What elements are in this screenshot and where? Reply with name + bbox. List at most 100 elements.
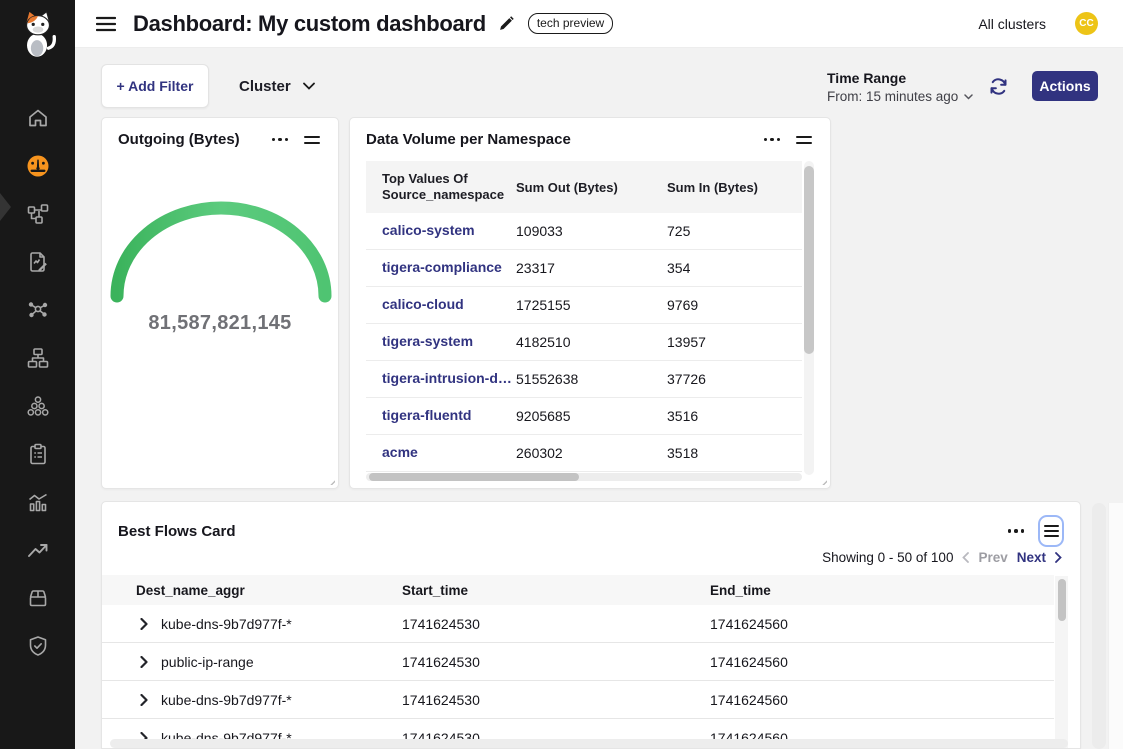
sidebar-item-dashboards[interactable]	[0, 142, 75, 190]
column-header-sum-in[interactable]: Sum In (Bytes)	[667, 180, 802, 195]
time-range-block: Time Range From: 15 minutes ago	[827, 70, 973, 104]
sidebar-item-home[interactable]	[0, 94, 75, 142]
sum-in-value: 37726	[667, 371, 802, 387]
sum-out-value: 260302	[516, 445, 667, 461]
horizontal-scrollbar[interactable]	[110, 739, 1068, 748]
edit-dashboard-icon[interactable]	[498, 15, 515, 32]
time-range-selector[interactable]: From: 15 minutes ago	[827, 89, 973, 104]
table-row[interactable]: tigera-compliance 23317 354	[366, 250, 802, 287]
expand-row-icon[interactable]	[140, 694, 148, 706]
sidebar-item-trends[interactable]	[0, 526, 75, 574]
expand-row-icon[interactable]	[140, 618, 148, 630]
card-title: Data Volume per Namespace	[366, 131, 760, 148]
table-row[interactable]: calico-cloud 1725155 9769	[366, 287, 802, 324]
all-clusters-selector[interactable]: All clusters	[978, 16, 1046, 32]
add-filter-button[interactable]: + Add Filter	[101, 64, 209, 108]
top-bar: Dashboard: My custom dashboard tech prev…	[75, 0, 1123, 48]
sidebar-item-topology[interactable]	[0, 190, 75, 238]
start-time-value: 1741624530	[402, 654, 710, 670]
card-menu-icon[interactable]	[1004, 525, 1029, 537]
pagination-status: Showing 0 - 50 of 100	[822, 550, 953, 565]
sidebar-item-policies[interactable]	[0, 334, 75, 382]
namespace-link[interactable]: tigera-fluentd	[366, 407, 516, 425]
next-page-button[interactable]: Next	[1017, 550, 1046, 565]
sum-in-value: 3518	[667, 445, 802, 461]
column-header-start[interactable]: Start_time	[402, 583, 710, 598]
namespace-link[interactable]: tigera-compliance	[366, 259, 516, 277]
column-header-sum-out[interactable]: Sum Out (Bytes)	[516, 180, 667, 195]
card-title: Outgoing (Bytes)	[118, 131, 268, 148]
network-topology-icon	[26, 202, 50, 226]
service-graph-icon	[26, 298, 50, 322]
statistics-icon	[26, 490, 50, 514]
table-row[interactable]: kube-dns-9b7d977f-* 1741624530 174162456…	[102, 681, 1054, 719]
sum-out-value: 51552638	[516, 371, 667, 387]
table-row[interactable]: tigera-intrusion-d… 51552638 37726	[366, 361, 802, 398]
gauge-value: 81,587,821,145	[102, 312, 338, 335]
namespace-link[interactable]: calico-system	[366, 222, 516, 240]
horizontal-scrollbar[interactable]	[366, 473, 802, 481]
table-row[interactable]: kube-dns-9b7d977f-* 1741624530 174162456…	[102, 605, 1054, 643]
card-menu-icon[interactable]	[268, 134, 293, 146]
end-time-value: 1741624560	[710, 654, 1054, 670]
sum-in-value: 3516	[667, 408, 802, 424]
sidebar-item-reports[interactable]	[0, 238, 75, 286]
vertical-scrollbar[interactable]	[1055, 576, 1068, 749]
chevron-right-icon[interactable]	[1055, 552, 1062, 563]
drag-handle-icon[interactable]	[794, 132, 814, 148]
sum-out-value: 109033	[516, 223, 667, 239]
sum-in-value: 13957	[667, 334, 802, 350]
column-header-end[interactable]: End_time	[710, 583, 1054, 598]
dest-name-value: kube-dns-9b7d977f-*	[161, 616, 292, 632]
refresh-button[interactable]	[988, 76, 1009, 97]
trending-icon	[26, 538, 50, 562]
namespace-link[interactable]: tigera-intrusion-d…	[366, 370, 516, 388]
page-title: Dashboard: My custom dashboard	[133, 11, 486, 37]
page-scrollbar-track[interactable]	[1092, 503, 1106, 749]
sidebar-item-security[interactable]	[0, 622, 75, 670]
end-time-value: 1741624560	[710, 616, 1054, 632]
best-flows-card: Best Flows Card Showing 0 - 50 of 100 Pr…	[101, 501, 1081, 749]
namespace-link[interactable]: acme	[366, 444, 516, 462]
refresh-icon	[988, 76, 1009, 97]
dashboard-content: + Add Filter Cluster Time Range From: 15…	[75, 48, 1123, 749]
column-header-namespace[interactable]: Top Values Of Source_namespace	[366, 171, 516, 204]
sidebar-nav	[0, 94, 75, 670]
dashboard-gauge-icon	[26, 154, 50, 178]
table-row[interactable]: tigera-fluentd 9205685 3516	[366, 398, 802, 435]
namespace-link[interactable]: tigera-system	[366, 333, 516, 351]
outgoing-bytes-card: Outgoing (Bytes) 81,587,821,145	[101, 117, 339, 489]
hamburger-icon	[96, 16, 116, 32]
actions-button[interactable]: Actions	[1032, 71, 1098, 101]
cluster-filter-dropdown[interactable]: Cluster	[227, 64, 327, 108]
sidebar-item-clusters[interactable]	[0, 382, 75, 430]
sidebar-item-service-graph[interactable]	[0, 286, 75, 334]
drag-handle-icon[interactable]	[302, 132, 322, 148]
column-header-dest[interactable]: Dest_name_aggr	[102, 583, 402, 598]
table-row[interactable]: public-ip-range 1741624530 1741624560	[102, 643, 1054, 681]
sidebar-item-compliance[interactable]	[0, 430, 75, 478]
table-row[interactable]: acme 260302 3518	[366, 435, 802, 472]
sidebar-item-workloads[interactable]	[0, 574, 75, 622]
expand-row-icon[interactable]	[140, 656, 148, 668]
window-scrollbar-track[interactable]	[1108, 503, 1123, 749]
security-shield-icon	[26, 634, 50, 658]
drag-handle-icon[interactable]	[1038, 515, 1064, 547]
chevron-left-icon[interactable]	[962, 552, 969, 563]
namespace-link[interactable]: calico-cloud	[366, 296, 516, 314]
sum-out-value: 9205685	[516, 408, 667, 424]
table-row[interactable]: tigera-system 4182510 13957	[366, 324, 802, 361]
sidebar	[0, 0, 75, 749]
table-row[interactable]: calico-system 109033 725	[366, 213, 802, 250]
vertical-scrollbar[interactable]	[804, 161, 814, 475]
sum-in-value: 9769	[667, 297, 802, 313]
chevron-down-icon	[964, 94, 973, 100]
prev-page-button[interactable]: Prev	[978, 550, 1007, 565]
calico-cat-logo-icon[interactable]	[17, 10, 59, 58]
sum-in-value: 354	[667, 260, 802, 276]
menu-toggle-button[interactable]	[96, 16, 116, 32]
sidebar-item-statistics[interactable]	[0, 478, 75, 526]
chevron-down-icon	[303, 82, 315, 90]
user-avatar[interactable]: CC	[1075, 12, 1098, 35]
card-menu-icon[interactable]	[760, 134, 785, 146]
